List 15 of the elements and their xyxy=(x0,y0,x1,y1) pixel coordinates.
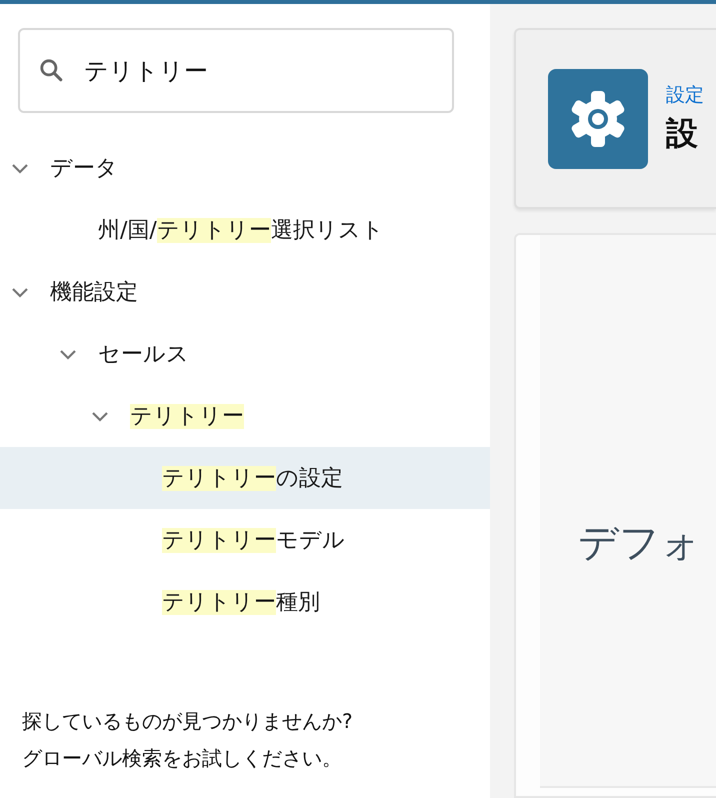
search-icon xyxy=(38,57,64,83)
panel-heading: デフォ xyxy=(578,520,701,566)
tree-item[interactable]: テリトリーの設定 xyxy=(0,447,490,509)
tree-item[interactable]: データ xyxy=(0,137,490,199)
gear-icon xyxy=(548,68,648,168)
tree-item[interactable]: セールス xyxy=(0,323,490,385)
tree-item[interactable]: 州/国/テリトリー選択リスト xyxy=(0,199,490,261)
page-title: 設 xyxy=(666,112,699,154)
search-hint: 探しているものが見つかりませんか? グローバル検索をお試しください。 xyxy=(22,708,354,772)
breadcrumb-link[interactable]: 設定 xyxy=(666,82,704,108)
search-field[interactable]: テリトリー xyxy=(18,28,454,113)
tree-item[interactable]: テリトリー xyxy=(0,385,490,447)
tree-item[interactable]: テリトリーモデル xyxy=(0,509,490,571)
tree-item[interactable]: テリトリー種別 xyxy=(0,571,490,633)
tree-item[interactable]: 機能設定 xyxy=(0,261,490,323)
